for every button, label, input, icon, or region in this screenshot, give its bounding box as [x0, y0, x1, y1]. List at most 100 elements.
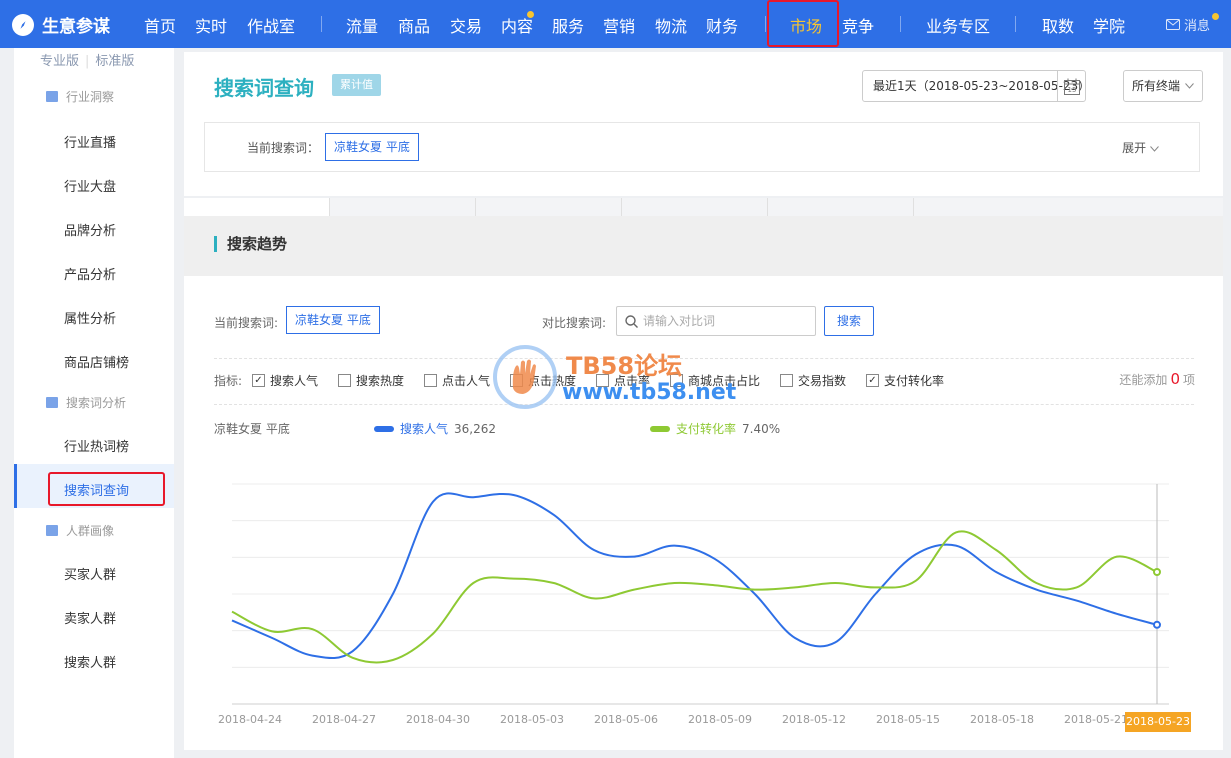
date-range-picker[interactable]: 最近1天（2018-05-23~2018-05-23） 15	[862, 70, 1090, 102]
nav-data-fetch[interactable]: 取数	[1042, 13, 1074, 37]
sidebar: 专业版 | 标准版 行业洞察 行业直播 行业大盘 品牌分析 产品分析 属性分析 商品…	[14, 48, 174, 758]
tab[interactable]	[330, 198, 476, 216]
sidebar-item-attribute-analysis[interactable]: 属性分析	[64, 308, 116, 327]
sidebar-group-crowd: 人群画像	[46, 522, 114, 539]
nav-war-room[interactable]: 作战室	[247, 13, 295, 37]
metric-search-heat[interactable]: 搜索热度	[338, 372, 404, 389]
current-keyword-bar: 当前搜索词： 凉鞋女夏 平底 展开	[204, 122, 1200, 172]
nav-marketing[interactable]: 营销	[603, 13, 635, 37]
checkbox[interactable]	[670, 374, 683, 387]
x-tick-label: 2018-05-09	[688, 713, 752, 726]
sidebar-item-hot-words[interactable]: 行业热词榜	[64, 436, 129, 455]
x-tick-label: 2018-05-15	[876, 713, 940, 726]
metrics-label: 指标:	[214, 374, 243, 388]
sidebar-item-brand-analysis[interactable]: 品牌分析	[64, 220, 116, 239]
metric-search-popularity[interactable]: ✓ 搜索人气	[252, 372, 318, 389]
nav-finance[interactable]: 财务	[706, 13, 738, 37]
trend-chart[interactable]: 2018-04-24 2018-04-27 2018-04-30 2018-05-03…	[184, 466, 1223, 730]
top-nav: 生意参谋 首页 实时 作战室 流量 商品 交易 内容 服务 营销 物流 财务 市…	[0, 0, 1231, 48]
metric-click-heat[interactable]: 点击热度	[510, 372, 576, 389]
x-tick-label: 2018-05-18	[970, 713, 1034, 726]
checkbox[interactable]	[338, 374, 351, 387]
legend-swatch	[650, 425, 670, 432]
nav-home[interactable]: 首页	[144, 13, 176, 37]
sidebar-group-label: 行业洞察	[66, 90, 115, 104]
calendar-icon[interactable]: 15	[1057, 71, 1085, 101]
sidebar-item-buyers[interactable]: 买家人群	[64, 564, 116, 583]
chevron-down-icon	[1150, 146, 1159, 152]
metric-mall-click-share[interactable]: 商城点击占比	[670, 372, 760, 389]
metric-trade-index[interactable]: 交易指数	[780, 372, 846, 389]
series-end-point[interactable]	[1153, 620, 1161, 629]
legend-search-popularity[interactable]: 搜索人气 36,262	[374, 420, 496, 437]
terminal-select[interactable]: 所有终端	[1123, 70, 1203, 102]
tab[interactable]	[768, 198, 914, 216]
chart-lines	[231, 492, 1161, 664]
nav-realtime[interactable]: 实时	[195, 13, 227, 37]
metric-label: 点击人气	[442, 374, 491, 388]
nav-traffic[interactable]: 流量	[346, 13, 378, 37]
search-button[interactable]: 搜索	[824, 306, 874, 336]
sidebar-group-industry: 行业洞察	[46, 88, 114, 105]
building-icon	[46, 91, 58, 102]
highlight-box	[48, 472, 165, 506]
search-icon	[625, 315, 638, 328]
checkbox-checked[interactable]: ✓	[866, 374, 879, 387]
metric-click-popularity[interactable]: 点击人气	[424, 372, 490, 389]
checkbox[interactable]	[596, 374, 609, 387]
current-keyword-tag[interactable]: 凉鞋女夏 平底	[286, 306, 380, 334]
trend-title: 搜索趋势	[214, 236, 287, 252]
new-dot	[527, 11, 534, 18]
sidebar-item-industry-overview[interactable]: 行业大盘	[64, 176, 116, 195]
nav-products[interactable]: 商品	[398, 13, 430, 37]
sidebar-item-industry-live[interactable]: 行业直播	[64, 132, 116, 151]
trend-panel: 当前搜索词: 凉鞋女夏 平底 对比搜索词: 请输入对比词 搜索 指标: ✓ 搜索人…	[184, 276, 1223, 750]
nav-logistics[interactable]: 物流	[655, 13, 687, 37]
checkbox[interactable]	[510, 374, 523, 387]
messages-label: 消息	[1183, 19, 1210, 34]
series-line-search-popularity[interactable]	[231, 492, 1158, 660]
expand-toggle[interactable]: 展开	[1122, 139, 1159, 156]
metric-pay-conversion[interactable]: ✓ 支付转化率	[866, 372, 944, 389]
sidebar-item-searchers[interactable]: 搜索人群	[64, 652, 116, 671]
metric-label: 支付转化率	[884, 374, 945, 388]
tab[interactable]	[476, 198, 622, 216]
current-keyword-tag[interactable]: 凉鞋女夏 平底	[325, 133, 419, 161]
checkbox[interactable]	[780, 374, 793, 387]
highlight-box	[767, 0, 839, 47]
metric-label: 搜索人气	[270, 374, 319, 388]
sidebar-item-product-analysis[interactable]: 产品分析	[64, 264, 116, 283]
sidebar-item-shop-ranking[interactable]: 商品店铺榜	[64, 352, 129, 371]
metric-ctr[interactable]: 点击率	[596, 372, 650, 389]
nav-service[interactable]: 服务	[552, 13, 584, 37]
compare-placeholder: 请输入对比词	[643, 314, 716, 328]
series-line-pay-conversion[interactable]	[231, 530, 1158, 664]
checkbox[interactable]	[424, 374, 437, 387]
nav-trade[interactable]: 交易	[450, 13, 482, 37]
divider	[214, 358, 1194, 359]
messages-link[interactable]: 消息	[1165, 13, 1219, 34]
tab[interactable]	[622, 198, 768, 216]
brand-logo[interactable]: 生意参谋	[12, 12, 110, 37]
tab[interactable]	[184, 198, 330, 216]
series-end-point[interactable]	[1153, 568, 1161, 576]
checkbox-checked[interactable]: ✓	[252, 374, 265, 387]
legend-pay-conversion[interactable]: 支付转化率 7.40%	[650, 420, 780, 437]
metric-label: 点击热度	[528, 374, 577, 388]
building-icon	[46, 525, 58, 536]
sidebar-group-label: 人群画像	[66, 524, 115, 538]
version-pro[interactable]: 专业版	[40, 54, 79, 69]
nav-business-zone[interactable]: 业务专区	[926, 13, 990, 37]
sidebar-item-sellers[interactable]: 卖家人群	[64, 608, 116, 627]
compare-keyword-input[interactable]: 请输入对比词	[616, 306, 816, 336]
terminal-value: 所有终端	[1132, 79, 1181, 93]
nav-competition[interactable]: 竞争	[842, 13, 874, 37]
legend-series-name: 搜索人气	[400, 422, 449, 436]
nav-academy[interactable]: 学院	[1093, 13, 1125, 37]
mail-icon	[1165, 19, 1180, 30]
nav-separator	[900, 16, 901, 32]
x-tick-label: 2018-05-12	[782, 713, 846, 726]
version-standard[interactable]: 标准版	[95, 54, 134, 69]
compare-keyword-label: 对比搜索词:	[542, 316, 607, 330]
divider	[214, 404, 1194, 405]
